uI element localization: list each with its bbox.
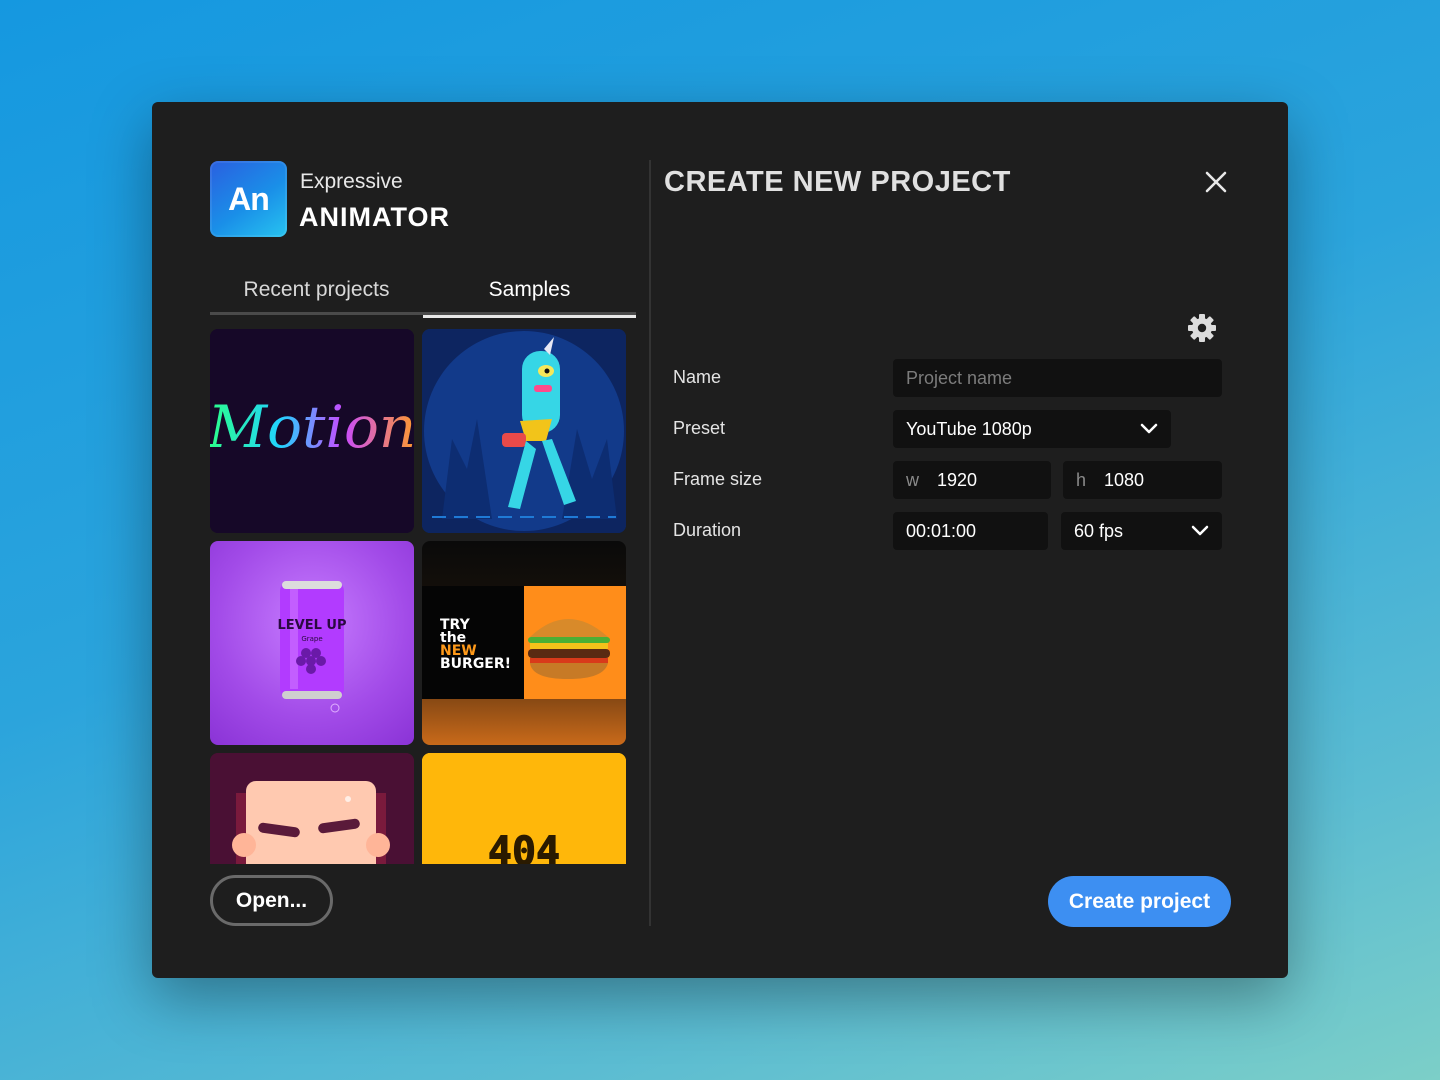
panel-divider <box>649 160 651 926</box>
height-field[interactable]: h 1080 <box>1063 461 1222 499</box>
frame-size-label: Frame size <box>673 469 763 489</box>
dialog-title: CREATE NEW PROJECT <box>664 166 1011 198</box>
can-flavor-text: Grape <box>301 635 322 643</box>
height-value: 1080 <box>1104 469 1145 490</box>
preset-label: Preset <box>673 418 726 438</box>
width-value: 1920 <box>937 469 978 490</box>
sample-thumbnail-burger[interactable]: TRY the NEW BURGER! <box>422 541 626 745</box>
preset-value: YouTube 1080p <box>906 418 1032 439</box>
tab-samples[interactable]: Samples <box>423 265 636 318</box>
brand-title: ANIMATOR <box>299 202 450 232</box>
preset-select[interactable]: YouTube 1080p <box>893 410 1171 448</box>
sample-thumbnail-face[interactable] <box>210 753 414 864</box>
motion-artwork: Motion <box>210 329 414 533</box>
logo-text: An <box>228 180 270 217</box>
height-prefix: h <box>1076 469 1087 490</box>
left-panel: An Expressive ANIMATOR Recent projects S… <box>210 160 636 930</box>
chevron-down-icon <box>1191 525 1209 536</box>
burger-artwork: TRY the NEW BURGER! <box>422 586 626 699</box>
tab-recent-projects[interactable]: Recent projects <box>210 265 423 315</box>
duration-value: 00:01:00 <box>906 520 977 541</box>
fps-select[interactable]: 60 fps <box>1061 512 1222 550</box>
motion-text: Motion <box>210 393 414 461</box>
brand-subtitle: Expressive <box>300 170 403 193</box>
sample-thumbnail-character[interactable] <box>422 329 626 533</box>
create-project-button[interactable]: Create project <box>1048 876 1231 927</box>
soda-can-artwork: LEVEL UP Grape <box>278 581 347 713</box>
burger-line-4: BURGER! <box>440 656 511 672</box>
gear-icon[interactable] <box>1186 312 1218 344</box>
open-button[interactable]: Open... <box>210 875 333 926</box>
samples-grid: Motion LEVEL UP Grape TRY the NEW BURGER… <box>210 329 636 864</box>
duration-label: Duration <box>673 520 742 540</box>
right-panel: CREATE NEW PROJECT Name Preset YouTube 1… <box>664 160 1234 930</box>
duration-field[interactable]: 00:01:00 <box>893 512 1048 550</box>
width-prefix: w <box>906 469 919 490</box>
close-icon <box>1205 171 1227 193</box>
character-artwork <box>422 329 626 533</box>
sample-thumbnail-motion[interactable]: Motion <box>210 329 414 533</box>
404-text: 404 <box>488 829 560 864</box>
app-logo: An <box>210 161 287 237</box>
chevron-down-icon <box>1140 423 1158 434</box>
404-artwork: 404 <box>422 753 626 864</box>
sample-thumbnail-404[interactable]: 404 <box>422 753 626 864</box>
face-artwork <box>210 753 414 864</box>
project-tabs: Recent projects Samples <box>210 265 636 318</box>
can-brand-text: LEVEL UP <box>278 618 347 633</box>
name-field[interactable] <box>893 359 1222 397</box>
sample-thumbnail-level-up[interactable]: LEVEL UP Grape <box>210 541 414 745</box>
fps-value: 60 fps <box>1074 520 1124 541</box>
width-field[interactable]: w 1920 <box>893 461 1051 499</box>
name-label: Name <box>673 367 722 387</box>
project-name-input[interactable] <box>906 367 1209 389</box>
create-project-dialog: An Expressive ANIMATOR Recent projects S… <box>152 102 1288 978</box>
close-button[interactable] <box>1198 164 1234 200</box>
